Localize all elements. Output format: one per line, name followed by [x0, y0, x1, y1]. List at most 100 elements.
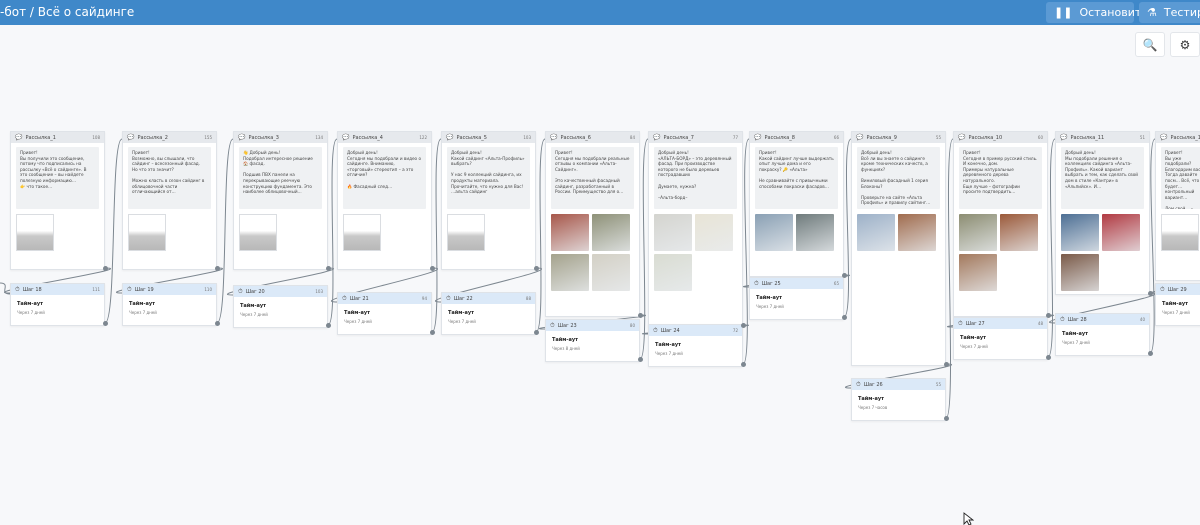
- house-photo: [898, 214, 936, 251]
- connection-port: [1045, 354, 1051, 360]
- step-to-broadcast-link: [327, 138, 338, 326]
- house-photo: [551, 254, 589, 291]
- clock-icon: ⏱: [127, 285, 132, 293]
- step-delay: Через 7 дней: [756, 304, 784, 309]
- clock-icon: ⏱: [856, 380, 861, 388]
- timeout-step-card[interactable]: ⏱ Шаг 21 94 Тайм-аут Через 7 дней: [337, 292, 432, 335]
- message-text: Добрый день! Сегодня мы подобрали и виде…: [343, 147, 426, 209]
- step-to-broadcast-link: [639, 138, 649, 360]
- chat-bubble-icon: 💬: [15, 134, 23, 141]
- timeout-step-card[interactable]: ⏱ Шаг 18 111 Тайм-аут Через 7 дней: [10, 283, 105, 326]
- image-placeholder: [16, 214, 54, 251]
- step-header: ⏱ Шаг 24 72: [649, 325, 742, 336]
- subscriber-count: 122: [419, 135, 427, 140]
- step-count: 103: [315, 289, 323, 294]
- step-title: Тайм-аут: [344, 310, 370, 316]
- connection-port: [429, 329, 435, 335]
- chat-bubble-icon: 💬: [342, 134, 350, 141]
- timeout-step-card[interactable]: ⏱ Шаг 20 103 Тайм-аут Через 7 дней: [233, 285, 328, 328]
- image-placeholder: [239, 214, 277, 251]
- step-label: Шаг 18: [22, 286, 42, 293]
- connection-port: [1147, 350, 1153, 356]
- timeout-step-card[interactable]: ⏱ Шаг 26 55 Тайм-аут Через 7 часов: [851, 378, 946, 421]
- connection-port: [325, 322, 331, 328]
- step-title: Тайм-аут: [756, 295, 782, 301]
- clock-icon: ⏱: [238, 287, 243, 295]
- broadcast-header: 💬 Рассылка_10 60: [954, 132, 1047, 143]
- timeout-step-card[interactable]: ⏱ Шаг 28 40 Тайм-аут Через 7 дней: [1055, 313, 1150, 356]
- step-delay: Через 7 дней: [1062, 340, 1090, 345]
- broadcast-label: Рассылка_3: [248, 134, 279, 141]
- timeout-step-card[interactable]: ⏱ Шаг 27 48 Тайм-аут Через 7 дней: [953, 317, 1048, 360]
- subscriber-count: 77: [732, 135, 738, 140]
- subscriber-count: 84: [629, 135, 635, 140]
- broadcast-card[interactable]: 💬 Рассылка_11 51 Добрый день! Мы подобрали …: [1055, 131, 1150, 295]
- step-header: ⏱ Шаг 22 88: [442, 293, 535, 304]
- house-photo: [1061, 214, 1099, 251]
- clock-icon: ⏱: [653, 326, 658, 334]
- step-count: 110: [204, 287, 212, 292]
- broadcast-card[interactable]: 💬 Рассылка_1 108 Привет! Вы получили это со…: [10, 131, 105, 270]
- step-delay: Через 7 дней: [240, 312, 268, 317]
- broadcast-card[interactable]: 💬 Рассылка_2 155 Привет! Возможно, вы слыша…: [122, 131, 217, 270]
- house-photo: [551, 214, 589, 251]
- step-title: Тайм-аут: [240, 303, 266, 309]
- clock-icon: ⏱: [550, 321, 555, 329]
- message-text: Добрый день! Какой сайдинг «Альта-Профил…: [447, 147, 530, 209]
- broadcast-card[interactable]: 💬 Рассылка_9 55 Добрый день! Всё ли вы знае…: [851, 131, 946, 366]
- broadcast-card[interactable]: 💬 Рассылка_10 60 Привет! Сегодня в пример р…: [953, 131, 1048, 317]
- connection-port: [1147, 290, 1153, 296]
- broadcast-label: Рассылка_8: [764, 134, 795, 141]
- timeout-step-card[interactable]: ⏱ Шаг 24 72 Тайм-аут Через 7 дней: [648, 324, 743, 367]
- clock-icon: ⏱: [958, 319, 963, 327]
- connection-port: [214, 320, 220, 326]
- step-label: Шаг 22: [453, 295, 473, 302]
- step-label: Шаг 26: [863, 381, 883, 388]
- step-header: ⏱ Шаг 26 55: [852, 379, 945, 390]
- subscriber-count: 134: [315, 135, 323, 140]
- step-header: ⏱ Шаг 27 48: [954, 318, 1047, 329]
- broadcast-card[interactable]: 💬 Рассылка_5 103 Добрый день! Какой сайдинг…: [441, 131, 536, 270]
- connection-port: [102, 320, 108, 326]
- message-text: Привет! Сегодня в пример русский стиль. …: [959, 147, 1042, 209]
- message-text: 👋 Добрый день! Подобрал интересное решен…: [239, 147, 322, 209]
- subscriber-count: 103: [523, 135, 531, 140]
- image-placeholder: [343, 214, 381, 251]
- broadcast-card[interactable]: 💬 Рассылка_3 134 👋 Добрый день! Подобрал ин…: [233, 131, 328, 270]
- broadcast-card[interactable]: 💬Рассылка_12 Привет! Вы уже подобрали? Бл…: [1155, 131, 1200, 281]
- timeout-step-card[interactable]: ⏱Шаг 2935 Тайм-аут Через 7 дней: [1155, 283, 1200, 326]
- step-title: Тайм-аут: [552, 337, 578, 343]
- step-count: 40: [1139, 317, 1145, 322]
- chat-bubble-icon: 💬: [856, 134, 864, 141]
- step-label: Шаг 27: [965, 320, 985, 327]
- timeout-step-card[interactable]: ⏱ Шаг 19 110 Тайм-аут Через 7 дней: [122, 283, 217, 326]
- broadcast-label: Рассылка_2: [137, 134, 168, 141]
- step-delay: Через 7 дней: [1162, 310, 1190, 315]
- timeout-step-card[interactable]: ⏱ Шаг 25 65 Тайм-аут Через 7 дней: [749, 277, 844, 320]
- house-photo: [1000, 214, 1038, 251]
- mouse-cursor-icon: [963, 512, 974, 525]
- connection-port: [637, 356, 643, 362]
- broadcast-card[interactable]: 💬 Рассылка_4 122 Добрый день! Сегодня мы по…: [337, 131, 432, 270]
- broadcast-label: Рассылка_6: [560, 134, 591, 141]
- chat-bubble-icon: 💬: [754, 134, 762, 141]
- broadcast-card[interactable]: 💬 Рассылка_8 66 Привет! Какой сайдинг лучше…: [749, 131, 844, 277]
- timeout-step-card[interactable]: ⏱ Шаг 22 88 Тайм-аут Через 7 дней: [441, 292, 536, 335]
- step-to-broadcast-link: [104, 138, 123, 324]
- connection-port: [740, 361, 746, 367]
- step-delay: Через 7 дней: [129, 310, 157, 315]
- broadcast-card[interactable]: 💬 Рассылка_7 77 Добрый день! «АЛЬТА-БОРД» –…: [648, 131, 743, 327]
- step-title: Тайм-аут: [858, 396, 884, 402]
- broadcast-header: 💬Рассылка_12: [1156, 132, 1200, 143]
- step-delay: Через 7 дней: [344, 319, 372, 324]
- photo-gallery: [551, 214, 633, 291]
- subscriber-count: 51: [1139, 135, 1145, 140]
- step-title: Тайм-аут: [655, 342, 681, 348]
- timeout-step-card[interactable]: ⏱ Шаг 23 80 Тайм-аут Через 8 дней: [545, 319, 640, 362]
- step-count: 111: [92, 287, 100, 292]
- message-text: Добрый день! Мы подобрали решения о колл…: [1061, 147, 1144, 209]
- broadcast-card[interactable]: 💬 Рассылка_6 84 Привет! Сегодня мы подобрал…: [545, 131, 640, 317]
- step-title: Тайм-аут: [1162, 301, 1188, 307]
- photo-gallery: [857, 214, 939, 251]
- clock-icon: ⏱: [754, 279, 759, 287]
